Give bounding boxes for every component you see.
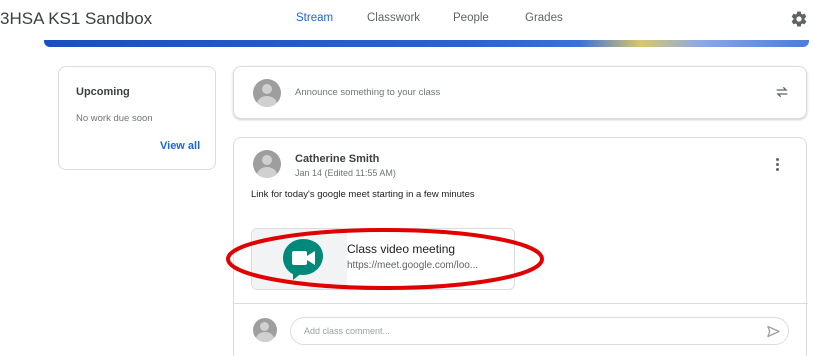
announce-box[interactable]: Announce something to your class	[233, 66, 807, 119]
tab-stream[interactable]: Stream	[281, 0, 348, 44]
attachment-title: Class video meeting	[347, 242, 456, 256]
gear-icon[interactable]	[790, 10, 808, 28]
meet-attachment[interactable]: Class video meeting https://meet.google.…	[251, 228, 515, 290]
class-title: 3HSA KS1 Sandbox	[0, 9, 153, 28]
class-banner	[44, 40, 809, 47]
avatar	[253, 150, 281, 178]
avatar	[253, 318, 277, 342]
comment-input[interactable]: Add class comment...	[290, 317, 789, 345]
upcoming-status: No work due soon	[76, 113, 153, 124]
post-author: Catherine Smith	[295, 153, 380, 165]
post-text: Link for today's google meet starting in…	[251, 189, 475, 200]
attachment-url: https://meet.google.com/loo...	[347, 260, 479, 271]
more-options-icon[interactable]	[774, 158, 780, 176]
avatar	[253, 79, 281, 107]
top-bar: 3HSA KS1 Sandbox Stream Classwork People…	[0, 0, 814, 44]
announce-input[interactable]: Announce something to your class	[295, 87, 440, 98]
tab-classwork[interactable]: Classwork	[367, 0, 420, 40]
send-icon[interactable]	[766, 324, 781, 339]
repost-icon[interactable]	[774, 84, 790, 100]
tab-people[interactable]: People	[453, 0, 489, 40]
comment-placeholder: Add class comment...	[304, 326, 391, 336]
view-all-link[interactable]: View all	[160, 140, 200, 152]
divider	[234, 303, 808, 304]
google-meet-icon	[283, 239, 323, 280]
post-date: Jan 14 (Edited 11:55 AM)	[295, 168, 396, 178]
upcoming-card: Upcoming No work due soon View all	[58, 66, 216, 170]
attachment-thumbnail	[252, 229, 347, 289]
stream-post: Catherine Smith Jan 14 (Edited 11:55 AM)…	[233, 137, 808, 356]
tab-grades[interactable]: Grades	[525, 0, 563, 40]
upcoming-title: Upcoming	[76, 86, 130, 98]
